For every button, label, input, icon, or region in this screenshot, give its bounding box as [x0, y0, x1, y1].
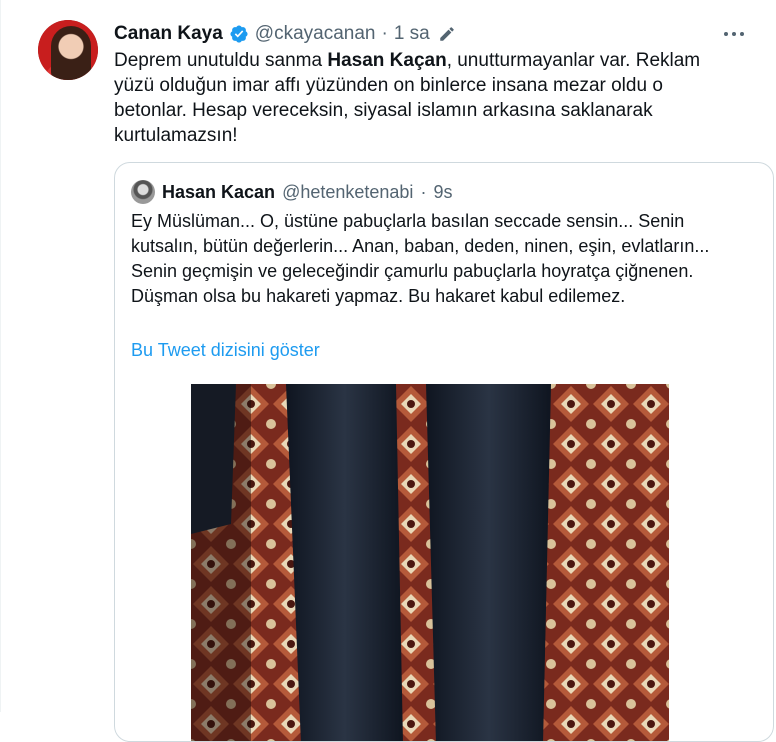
separator-dot: ·	[381, 23, 388, 44]
quoted-tweet-header: Hasan Kacan @hetenketenabi · 9s	[131, 180, 452, 204]
quoted-tweet[interactable]: Hasan Kacan @hetenketenabi · 9s Ey Müslü…	[114, 162, 774, 742]
right-trouser-leg	[426, 384, 551, 741]
quoted-author-name[interactable]: Hasan Kacan	[162, 182, 275, 203]
avatar-face	[51, 26, 91, 80]
verified-badge-icon	[230, 25, 248, 43]
quoted-tweet-text: Ey Müslüman... O, üstüne pabuçlarla bası…	[131, 211, 710, 306]
more-dot	[740, 32, 744, 36]
author-name[interactable]: Canan Kaya	[114, 23, 223, 45]
mentioned-name: Hasan Kaçan	[327, 50, 447, 71]
more-dot	[724, 32, 728, 36]
background-figure	[191, 384, 236, 534]
tweet-timestamp[interactable]: 1 sa	[394, 23, 430, 45]
show-thread-link[interactable]: Bu Tweet dizisini göster	[131, 340, 320, 361]
separator-dot: ·	[420, 181, 427, 202]
quoted-author-handle[interactable]: @hetenketenabi	[282, 182, 413, 203]
author-avatar[interactable]	[38, 20, 98, 80]
quoted-timestamp[interactable]: 9s	[433, 182, 452, 203]
more-options-icon[interactable]	[719, 24, 749, 44]
more-dot	[732, 32, 736, 36]
tweet-text: Deprem unutuldu sanma Hasan Kaçan, unutt…	[114, 48, 734, 148]
tweet[interactable]: Canan Kaya @ckayacanan · 1 sa Deprem unu…	[0, 0, 776, 742]
edited-pencil-icon[interactable]	[438, 25, 456, 43]
quoted-tweet-photo[interactable]	[191, 384, 669, 742]
tweet-text-part: Deprem unutuldu sanma	[114, 50, 328, 71]
author-handle[interactable]: @ckayacanan	[255, 23, 376, 45]
quoted-author-avatar[interactable]	[131, 180, 155, 204]
left-trouser-leg	[286, 384, 403, 741]
tweet-header: Canan Kaya @ckayacanan · 1 sa	[114, 22, 456, 46]
